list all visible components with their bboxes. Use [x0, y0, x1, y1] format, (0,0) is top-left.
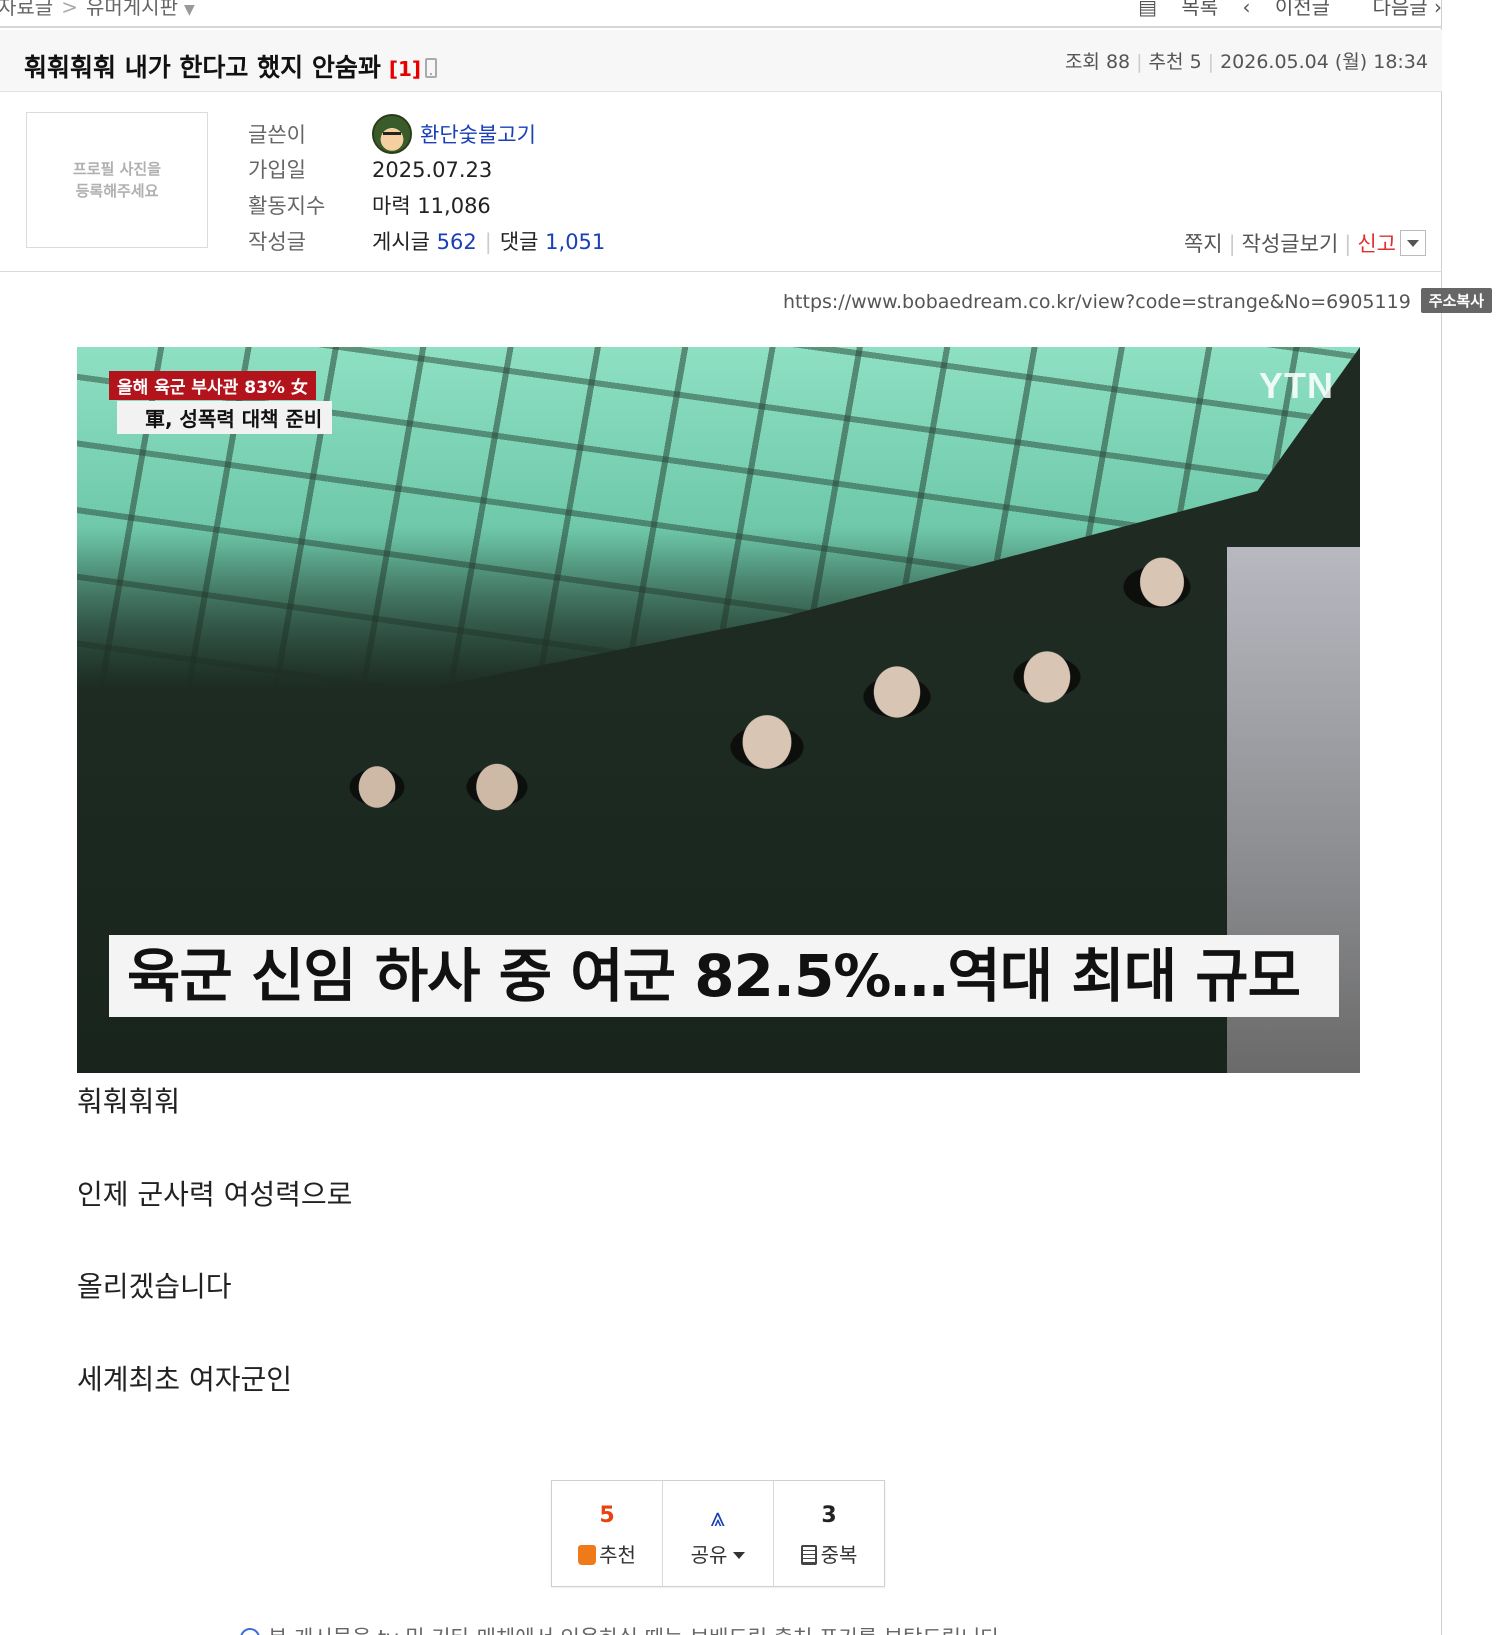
next-post-button[interactable]: 다음글 › [1354, 0, 1442, 19]
post-title: 훠훠훠훠 내가 한다고 했지 안숨꽈 [24, 53, 381, 82]
divider: | [1136, 51, 1143, 73]
profile-placeholder-line1: 프로필 사진을 [72, 159, 162, 178]
more-dropdown-button[interactable] [1400, 230, 1426, 256]
caret-down-icon [733, 1552, 746, 1559]
recommend-label: 추천 [1148, 51, 1184, 73]
chevron-down-icon[interactable]: ▼ [184, 2, 195, 18]
profile-photo-placeholder: 프로필 사진을 등록해주세요 [26, 112, 208, 248]
writer-nickname[interactable]: 환단숯불고기 [420, 123, 536, 147]
view-posts-button[interactable]: 작성글보기 [1242, 232, 1339, 256]
thumbs-up-icon [578, 1545, 597, 1565]
duplicate-button-count: 3 [821, 1503, 837, 1528]
notice-text: 본 게시물을 tv 및 기타 매체에서 인용하실 때는 보배드림 출처 표기를 … [268, 1626, 1006, 1635]
author-info: 프로필 사진을 등록해주세요 글쓴이 환단숯불고기 가입일 2025.07.23 활… [0, 92, 1442, 272]
post-title-wrap: 훠훠훠훠 내가 한다고 했지 안숨꽈 [1] [24, 48, 438, 84]
body-line: 인제 군사력 여성력으로 [77, 1178, 353, 1211]
joined-date: 2025.07.23 [372, 158, 493, 182]
copy-url-button[interactable]: 주소복사 [1420, 288, 1492, 313]
post-url: https://www.bobaedream.co.kr/view?code=s… [783, 291, 1411, 313]
views-count: 88 [1105, 51, 1131, 73]
prev-label: 이전글 [1274, 0, 1331, 19]
prev-post-button[interactable]: ‹ 이전글 [1243, 0, 1331, 19]
views-label: 조회 [1064, 51, 1100, 73]
profile-placeholder-line2: 등록해주세요 [75, 182, 159, 200]
author-actions: 쪽지 | 작성글보기 | 신고 [1184, 228, 1426, 258]
body-line: 세계최초 여자군인 [77, 1363, 292, 1396]
breadcrumb-item-humor-board[interactable]: 유머게시판 [86, 0, 178, 19]
posts-row: 작성글 게시글 562 | 댓글 1,051 [248, 226, 605, 256]
recommend-button[interactable]: 5 추천 [552, 1481, 663, 1586]
recommend-button-label: 추천 [599, 1543, 636, 1567]
divider: | [1207, 51, 1215, 73]
recommend-button-label-wrap: 추천 [552, 1539, 662, 1568]
body-line: 훠훠훠훠 [77, 1085, 181, 1118]
user-avatar-icon [372, 114, 412, 154]
divider: | [484, 230, 492, 254]
next-label: 다음글 [1372, 0, 1428, 19]
comment-count[interactable]: [1] [389, 57, 421, 81]
post-image: YTN 올해 육군 부사관 83% 女 軍, 성폭력 대책 준비 육군 신임 하… [77, 347, 1360, 1073]
duplicate-button[interactable]: 3 중복 [774, 1481, 884, 1586]
post-view-page: 자료글 > 유머게시판 ▼ ▤ 목록 ‹ 이전글 다음글 › 훠훠훠훠 내가 한다고 … [0, 0, 1510, 1635]
info-icon [240, 1628, 260, 1635]
post-url-row: https://www.bobaedream.co.kr/view?code=s… [783, 288, 1492, 313]
duplicate-button-label-wrap: 중복 [774, 1539, 884, 1568]
post-action-buttons: 5 추천 ⩓ 공유 3 중복 [551, 1480, 885, 1587]
post-title-bar: 훠훠훠훠 내가 한다고 했지 안숨꽈 [1] 조회 88 | 추천 5 | 2026.05… [0, 30, 1442, 92]
body-line: 올리겠습니다 [77, 1270, 232, 1303]
post-datetime: 2026.05.04 (월) 18:34 [1220, 51, 1428, 73]
breadcrumb-separator: > [61, 0, 78, 19]
posts-label: 작성글 [248, 230, 306, 254]
copyright-notice: 본 게시물을 tv 및 기타 매체에서 인용하실 때는 보배드림 출처 표기를 … [240, 1622, 1006, 1635]
breadcrumb-item-resources[interactable]: 자료글 [0, 0, 53, 19]
document-icon [800, 1545, 817, 1565]
image-headline: 육군 신임 하사 중 여군 82.5%…역대 최대 규모 [109, 935, 1339, 1017]
ytn-logo: YTN [1259, 365, 1334, 406]
mobile-icon [425, 58, 438, 78]
post-meta: 조회 88 | 추천 5 | 2026.05.04 (월) 18:34 [1065, 47, 1428, 74]
comments-count[interactable]: 1,051 [545, 230, 605, 254]
divider: | [1228, 232, 1236, 256]
share-button[interactable]: ⩓ 공유 [663, 1481, 774, 1586]
activity-row: 활동지수 마력 11,086 [248, 190, 491, 220]
message-button[interactable]: 쪽지 [1184, 232, 1223, 256]
activity-value: 마력 11,086 [372, 194, 491, 218]
breadcrumb: 자료글 > 유머게시판 ▼ ▤ 목록 ‹ 이전글 다음글 › [0, 0, 1442, 28]
share-button-label-wrap: 공유 [663, 1539, 773, 1568]
writer-label: 글쓴이 [248, 123, 306, 147]
report-button[interactable]: 신고 [1357, 232, 1396, 256]
divider: | [1344, 232, 1352, 256]
breadcrumb-path: 자료글 > 유머게시판 ▼ [0, 0, 195, 20]
recommend-button-count: 5 [599, 1503, 615, 1528]
list-button[interactable]: ▤ 목록 [1138, 0, 1218, 19]
share-icon: ⩓ [710, 1503, 726, 1533]
activity-label: 활동지수 [248, 194, 326, 218]
post-navigation: ▤ 목록 ‹ 이전글 다음글 › [1120, 0, 1442, 20]
posts-count[interactable]: 562 [437, 230, 477, 254]
image-caption-tag: 올해 육군 부사관 83% 女 [109, 371, 316, 400]
duplicate-button-label: 중복 [820, 1543, 858, 1567]
joined-row: 가입일 2025.07.23 [248, 154, 492, 184]
writer-row: 글쓴이 환단숯불고기 [248, 114, 536, 154]
comments-prefix: 댓글 [499, 230, 539, 254]
list-label: 목록 [1181, 0, 1219, 19]
posts-prefix: 게시글 [372, 230, 430, 254]
share-button-label: 공유 [690, 1543, 728, 1567]
recommend-count: 5 [1189, 51, 1202, 73]
image-caption-sub: 軍, 성폭력 대책 준비 [117, 401, 333, 434]
joined-label: 가입일 [248, 158, 306, 182]
